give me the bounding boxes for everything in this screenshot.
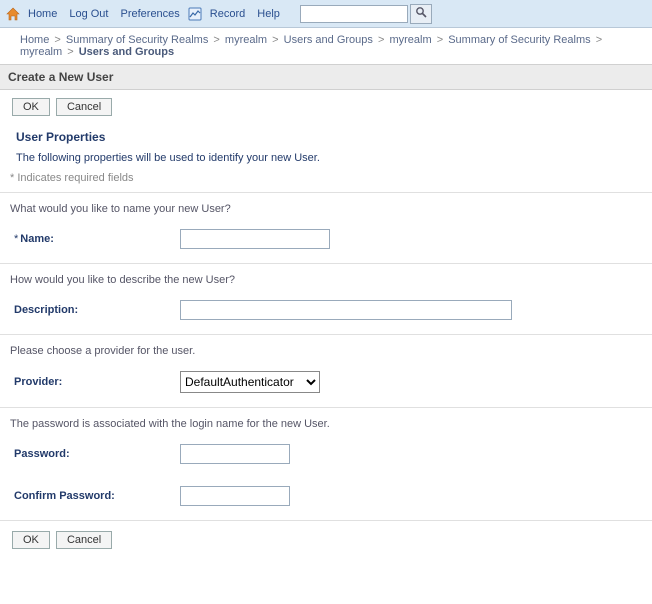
cancel-button-top[interactable]: Cancel [56,98,112,116]
nav-record[interactable]: Record [206,6,249,22]
name-label: *Name: [10,233,180,245]
nav-preferences[interactable]: Preferences [116,6,183,22]
description-row: Description: [10,300,642,320]
search-wrap [300,4,432,24]
crumb-sep: > [596,34,602,46]
required-note: * Indicates required fields [0,170,652,192]
crumb-sep: > [437,34,443,46]
search-button[interactable] [410,4,432,24]
password-label: Password: [10,448,180,460]
confirm-password-input[interactable] [180,486,290,506]
crumb-sep: > [272,34,278,46]
provider-select[interactable]: DefaultAuthenticator [180,371,320,393]
nav-logout[interactable]: Log Out [65,6,112,22]
section-description: The following properties will be used to… [0,148,652,170]
crumb-6[interactable]: myrealm [20,46,62,58]
section-header: User Properties [0,120,652,148]
nav-home[interactable]: Home [24,6,61,22]
password-row: Password: [10,444,642,464]
form-block-description: How would you like to describe the new U… [0,263,652,334]
password-prompt: The password is associated with the logi… [10,418,642,430]
page-title: Create a New User [0,64,652,90]
crumb-sep: > [213,34,219,46]
description-input[interactable] [180,300,512,320]
home-icon [6,7,20,21]
record-icon [188,7,202,21]
crumb-3[interactable]: Users and Groups [284,34,373,46]
form-block-password: The password is associated with the logi… [0,407,652,520]
search-icon [415,6,427,21]
crumb-4[interactable]: myrealm [389,34,431,46]
ok-button-top[interactable]: OK [12,98,50,116]
crumb-sep: > [378,34,384,46]
nav-help[interactable]: Help [253,6,284,22]
button-row-top: OK Cancel [0,90,652,120]
confirm-password-row: Confirm Password: [10,486,642,506]
crumb-0[interactable]: Home [20,34,49,46]
confirm-password-label: Confirm Password: [10,490,180,502]
breadcrumb: Home > Summary of Security Realms > myre… [0,28,652,64]
form-block-name: What would you like to name your new Use… [0,192,652,263]
name-row: *Name: [10,229,642,249]
crumb-sep: > [67,46,73,58]
crumb-sep: > [54,34,60,46]
crumb-5[interactable]: Summary of Security Realms [448,34,590,46]
name-prompt: What would you like to name your new Use… [10,203,642,215]
provider-prompt: Please choose a provider for the user. [10,345,642,357]
description-label: Description: [10,304,180,316]
crumb-2[interactable]: myrealm [225,34,267,46]
provider-row: Provider: DefaultAuthenticator [10,371,642,393]
search-input[interactable] [300,5,408,23]
form-block-provider: Please choose a provider for the user. P… [0,334,652,407]
provider-label: Provider: [10,376,180,388]
crumb-current: Users and Groups [79,46,174,58]
password-input[interactable] [180,444,290,464]
crumb-1[interactable]: Summary of Security Realms [66,34,208,46]
name-input[interactable] [180,229,330,249]
description-prompt: How would you like to describe the new U… [10,274,642,286]
ok-button-bottom[interactable]: OK [12,531,50,549]
cancel-button-bottom[interactable]: Cancel [56,531,112,549]
button-row-bottom: OK Cancel [0,520,652,553]
top-toolbar: Home Log Out Preferences Record Help [0,0,652,28]
name-label-text: Name: [20,233,54,245]
